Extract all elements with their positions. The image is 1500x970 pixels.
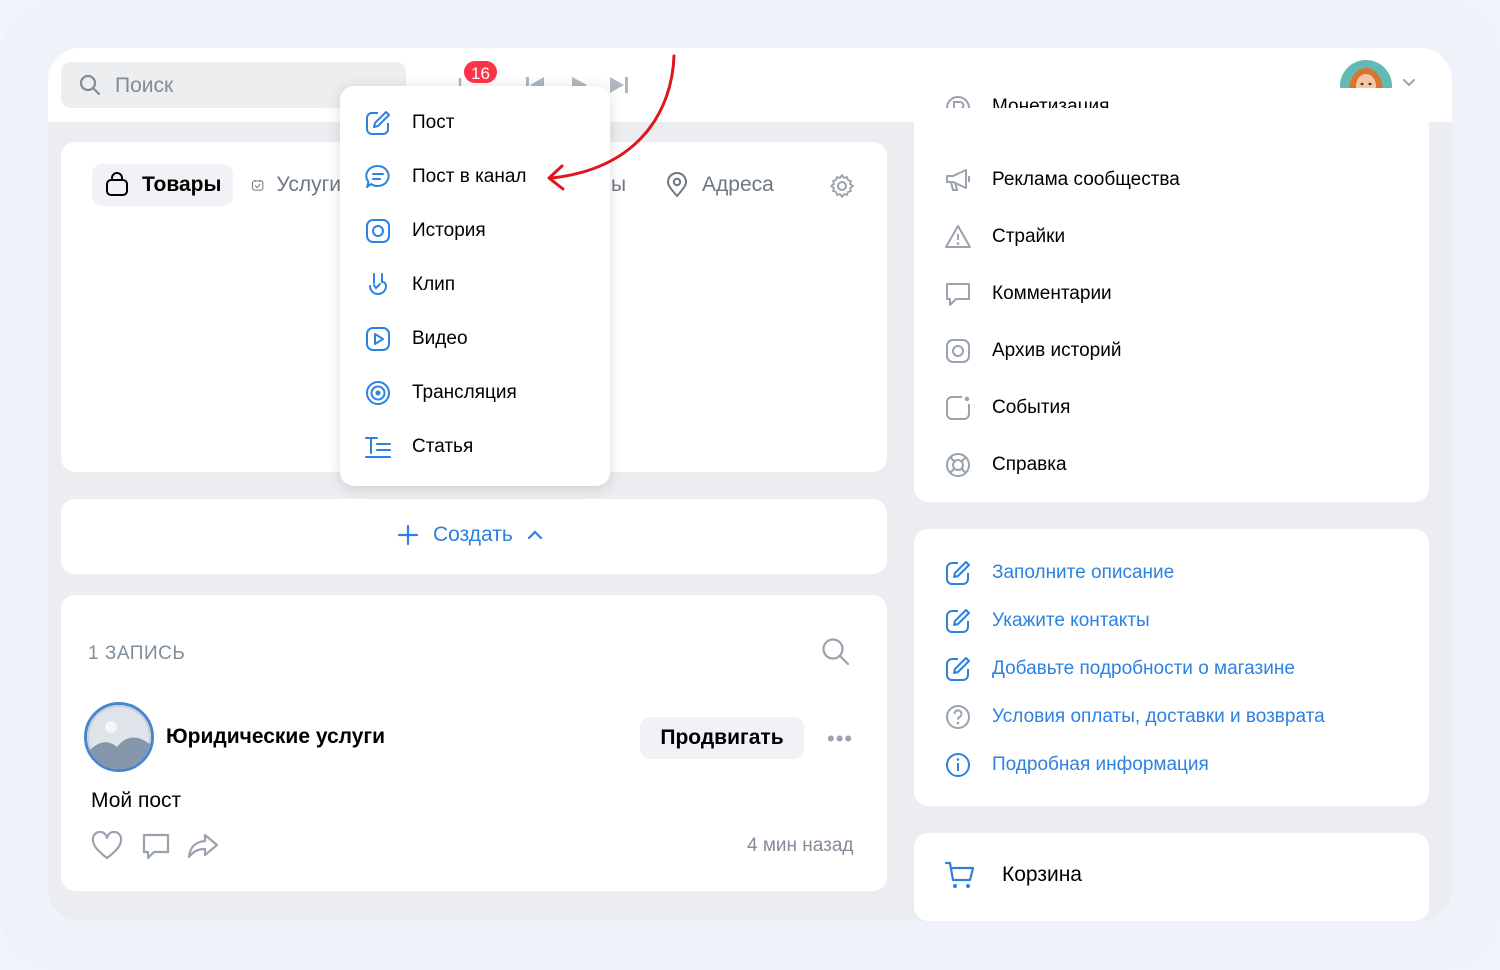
promote-button[interactable]: Продвигать [640,717,804,759]
menu-item-strikes[interactable]: Страйки [944,219,1065,255]
megaphone-icon [946,169,970,191]
edit-icon [946,657,970,681]
menu-item-comments[interactable]: Комментарии [944,276,1112,312]
edit-icon [366,111,390,135]
next-track-icon[interactable] [608,74,630,96]
payment-terms-link[interactable]: Условия оплаты, доставки и возврата [944,701,1325,733]
monetization-icon [946,96,970,108]
dropdown-item-channel-post[interactable]: Пост в канал [364,159,527,195]
fill-description-link[interactable]: Заполните описание [944,557,1174,589]
chevron-up-icon [527,530,542,540]
menu-item-monetization[interactable]: Монетизация [944,84,1109,108]
video-icon [366,327,390,351]
cart-icon [944,861,975,888]
setup-hints-card: Заполните описание Укажите контакты Доба… [914,529,1429,806]
share-icon[interactable] [187,831,219,861]
clip-icon [369,273,388,295]
tab-products[interactable]: Товары [92,164,234,206]
post-author[interactable]: Юридические услуги [166,725,385,749]
like-icon[interactable] [91,831,123,861]
dropdown-item-story[interactable]: История [364,213,486,249]
comment-icon [946,283,970,306]
add-shop-details-link[interactable]: Добавьте подробности о магазине [944,653,1295,685]
comment-icon[interactable] [141,831,171,861]
search-icon[interactable] [821,637,851,667]
calendar-check-icon [252,179,264,191]
event-icon [946,396,970,420]
bag-icon [106,172,128,196]
location-pin-icon [666,172,688,198]
broadcast-icon [366,381,390,405]
create-button[interactable]: Создать [397,523,543,547]
post-time: 4 мин назад [747,835,854,856]
info-icon [946,753,970,777]
community-avatar[interactable] [84,702,154,772]
story-icon [366,219,390,243]
search-icon [79,74,101,96]
add-contacts-link[interactable]: Укажите контакты [944,605,1150,637]
channel-icon [365,164,390,188]
more-icon[interactable]: ••• [827,726,853,752]
notification-badge[interactable]: 16 [462,59,499,85]
edit-icon [946,561,970,585]
edit-icon [946,609,970,633]
community-menu-card: Монетизация Реклама сообщества Страйки К… [914,88,1429,502]
cart-card: Корзина [914,833,1429,921]
cart-link[interactable]: Корзина [944,859,1082,891]
wall-posts-card: 1 ЗАПИСЬ Юридические услуги Продвигать •… [61,595,887,891]
tab-hidden[interactable]: ы [611,164,626,206]
menu-item-ads[interactable]: Реклама сообщества [944,162,1180,198]
menu-item-story-archive[interactable]: Архив историй [944,333,1121,369]
menu-item-events[interactable]: События [944,390,1070,426]
warning-icon [945,225,971,248]
dropdown-item-post[interactable]: Пост [364,105,454,141]
app-window: Поиск 16 Товары Услуги ы Адреса Создать … [48,48,1452,921]
plus-icon [397,524,419,546]
chevron-down-icon[interactable] [1402,78,1416,88]
question-icon [946,705,970,729]
menu-item-help[interactable]: Справка [944,447,1067,483]
create-card: Создать [61,499,887,574]
tab-addresses[interactable]: Адреса [664,164,774,206]
detailed-info-link[interactable]: Подробная информация [944,749,1209,781]
help-icon [946,453,970,477]
dropdown-item-video[interactable]: Видео [364,321,468,357]
tab-services[interactable]: Услуги [251,164,341,206]
story-archive-icon [946,339,970,363]
create-dropdown-menu: Пост Пост в канал История Клип Видео Тра… [340,86,610,486]
dropdown-item-clip[interactable]: Клип [364,267,455,303]
article-icon [365,437,391,458]
dropdown-item-broadcast[interactable]: Трансляция [364,375,517,411]
post-count: 1 ЗАПИСЬ [88,643,186,664]
search-input[interactable]: Поиск [115,74,173,98]
post-text: Мой пост [91,789,182,812]
gear-icon[interactable] [829,173,855,199]
dropdown-item-article[interactable]: Статья [364,429,473,465]
